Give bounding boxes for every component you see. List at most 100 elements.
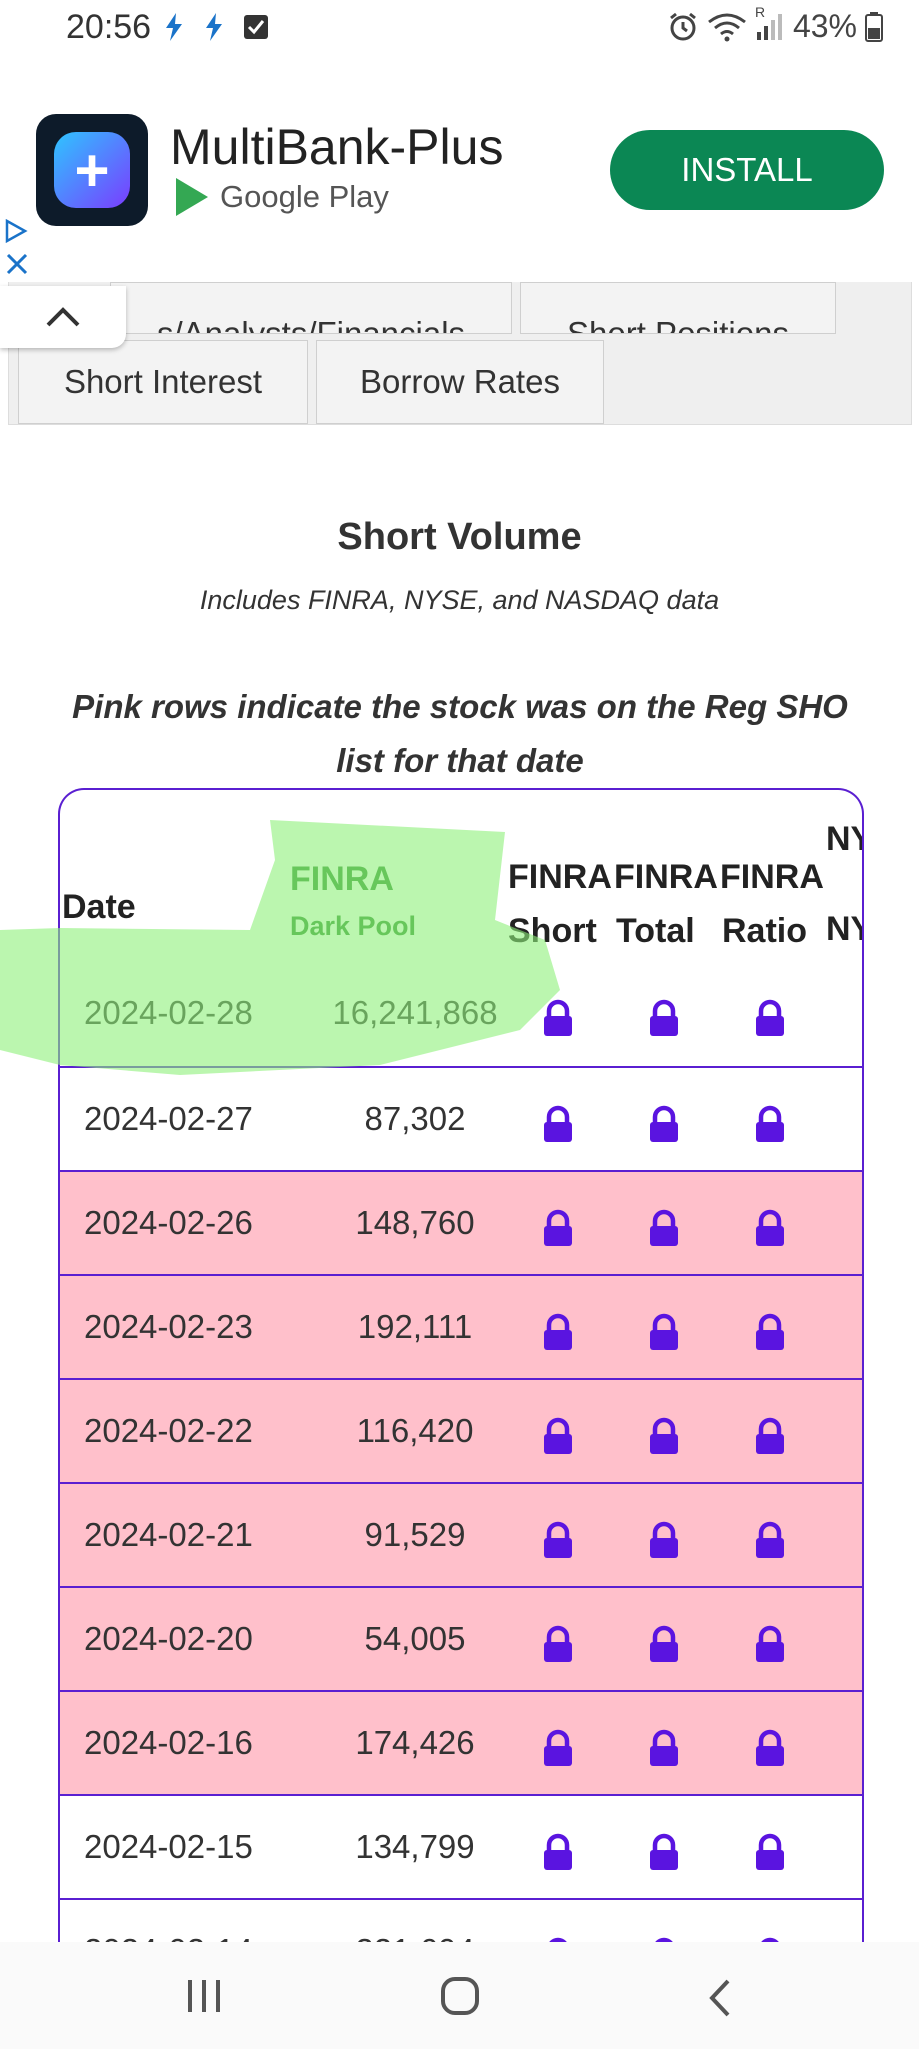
cell-date: 2024-02-20 — [84, 1620, 253, 1657]
notification-icon-2 — [202, 12, 226, 42]
lock-icon[interactable] — [644, 1832, 684, 1872]
header-line: Short — [508, 912, 597, 950]
cell-date: 2024-02-27 — [84, 1100, 253, 1137]
cell-dark-pool: 134,799 — [355, 1828, 475, 1865]
cell-dark-pool: 192,111 — [357, 1308, 473, 1345]
lock-icon[interactable] — [644, 1520, 684, 1560]
lock-icon[interactable] — [644, 1728, 684, 1768]
lock-icon[interactable] — [644, 1624, 684, 1664]
header-line: FINRA — [614, 858, 718, 896]
status-right-cluster: R 43% — [667, 4, 883, 45]
cell-signal-icon: R — [755, 4, 785, 42]
cell-date: 2024-02-15 — [84, 1828, 253, 1865]
cell-date: 2024-02-28 — [84, 994, 253, 1031]
google-play-icon — [176, 178, 208, 216]
ad-store-label: Google Play — [176, 178, 389, 216]
ad-close-icon[interactable] — [4, 248, 30, 285]
lock-icon[interactable] — [750, 998, 790, 1038]
cell-date: 2024-02-21 — [84, 1516, 253, 1553]
lock-icon[interactable] — [538, 1624, 578, 1664]
lock-icon[interactable] — [538, 1520, 578, 1560]
header-finra-total[interactable]: FINRA Total — [614, 850, 718, 958]
header-line: Dark Pool — [290, 911, 417, 941]
cell-dark-pool: 116,420 — [356, 1412, 474, 1449]
lock-icon[interactable] — [538, 1104, 578, 1144]
table-row: 2024-02-16 174,426 — [60, 1690, 862, 1796]
header-line: FINRA — [508, 858, 612, 896]
table-row: 2024-02-22 116,420 — [60, 1378, 862, 1484]
checkbox-notification-icon — [242, 12, 270, 42]
lock-icon[interactable] — [538, 1312, 578, 1352]
ad-app-icon[interactable]: + — [36, 114, 148, 226]
recent-apps-icon[interactable] — [186, 1978, 222, 2019]
header-line: NY — [826, 910, 862, 948]
plus-icon: + — [54, 132, 130, 208]
lock-icon[interactable] — [538, 1832, 578, 1872]
ad-app-name[interactable]: MultiBank-Plus — [170, 118, 503, 176]
lock-icon[interactable] — [750, 1624, 790, 1664]
install-button[interactable]: INSTALL — [610, 130, 884, 210]
chevron-up-icon — [46, 307, 80, 327]
wifi-icon — [708, 13, 746, 41]
lock-icon[interactable] — [538, 1416, 578, 1456]
lock-icon[interactable] — [538, 998, 578, 1038]
lock-icon[interactable] — [644, 998, 684, 1038]
tab-label: Short Positions — [567, 315, 789, 334]
cell-date: 2024-02-26 — [84, 1204, 253, 1241]
tab-short-interest[interactable]: Short Interest — [18, 340, 308, 424]
cell-dark-pool: 174,426 — [355, 1724, 475, 1761]
lock-icon[interactable] — [750, 1520, 790, 1560]
lock-icon[interactable] — [750, 1832, 790, 1872]
cell-dark-pool: 87,302 — [364, 1100, 466, 1137]
home-icon[interactable] — [440, 1976, 480, 2021]
table-row: 2024-02-27 87,302 — [60, 1066, 862, 1172]
header-ny[interactable]: NY NY — [826, 794, 862, 974]
cell-dark-pool: 54,005 — [364, 1620, 466, 1657]
tab-short-positions[interactable]: Short Positions — [520, 282, 836, 334]
table-row: 2024-02-21 91,529 — [60, 1482, 862, 1588]
header-date[interactable]: Date — [62, 880, 136, 934]
table-row: 2024-02-28 16,241,868 — [60, 962, 862, 1066]
section-subtitle: Includes FINRA, NYSE, and NASDAQ data — [199, 585, 720, 615]
cell-date: 2024-02-22 — [84, 1412, 253, 1449]
lock-icon[interactable] — [644, 1416, 684, 1456]
back-icon[interactable] — [706, 1978, 734, 2023]
lock-icon[interactable] — [750, 1728, 790, 1768]
lock-icon[interactable] — [538, 1728, 578, 1768]
battery-percent: 43% — [792, 8, 857, 44]
tab-label: s/Analysts/Financials — [156, 315, 466, 334]
lock-icon[interactable] — [750, 1104, 790, 1144]
notification-icon-1 — [162, 12, 186, 42]
cell-dark-pool: 148,760 — [355, 1204, 475, 1241]
status-time: 20:56 — [66, 8, 152, 46]
lock-icon[interactable] — [538, 1208, 578, 1248]
lock-icon[interactable] — [644, 1312, 684, 1352]
tab-analysts-financials[interactable]: s/Analysts/Financials — [110, 282, 512, 334]
header-finra-short[interactable]: FINRA Short — [508, 850, 612, 958]
adchoices-icon[interactable] — [4, 218, 28, 250]
lock-icon[interactable] — [750, 1208, 790, 1248]
section-title: Short Volume — [337, 516, 582, 558]
header-line: Total — [616, 912, 695, 950]
reg-sho-note: Pink rows indicate the stock was on the … — [72, 688, 848, 779]
lock-icon[interactable] — [750, 1416, 790, 1456]
tab-borrow-rates[interactable]: Borrow Rates — [316, 340, 604, 424]
table-row: 2024-02-15 134,799 — [60, 1794, 862, 1900]
header-finra-dark-pool[interactable]: FINRA Dark Pool — [290, 852, 416, 946]
cell-date: 2024-02-16 — [84, 1724, 253, 1761]
lock-icon[interactable] — [644, 1104, 684, 1144]
table-row: 2024-02-20 54,005 — [60, 1586, 862, 1692]
collapse-button[interactable] — [0, 286, 126, 348]
header-line: FINRA — [290, 860, 394, 898]
cell-dark-pool: 16,241,868 — [332, 994, 498, 1031]
header-finra-ratio[interactable]: FINRA Ratio — [720, 850, 824, 958]
table-row: 2024-02-26 148,760 — [60, 1170, 862, 1276]
short-volume-table: Date FINRA Dark Pool FINRA Short FINRA T… — [58, 788, 864, 2010]
lock-icon[interactable] — [750, 1312, 790, 1352]
ad-store-text: Google Play — [220, 179, 389, 214]
table-row: 2024-02-23 192,111 — [60, 1274, 862, 1380]
cell-date: 2024-02-23 — [84, 1308, 253, 1345]
header-line: FINRA — [720, 858, 824, 896]
lock-icon[interactable] — [644, 1208, 684, 1248]
battery-icon — [865, 11, 883, 42]
